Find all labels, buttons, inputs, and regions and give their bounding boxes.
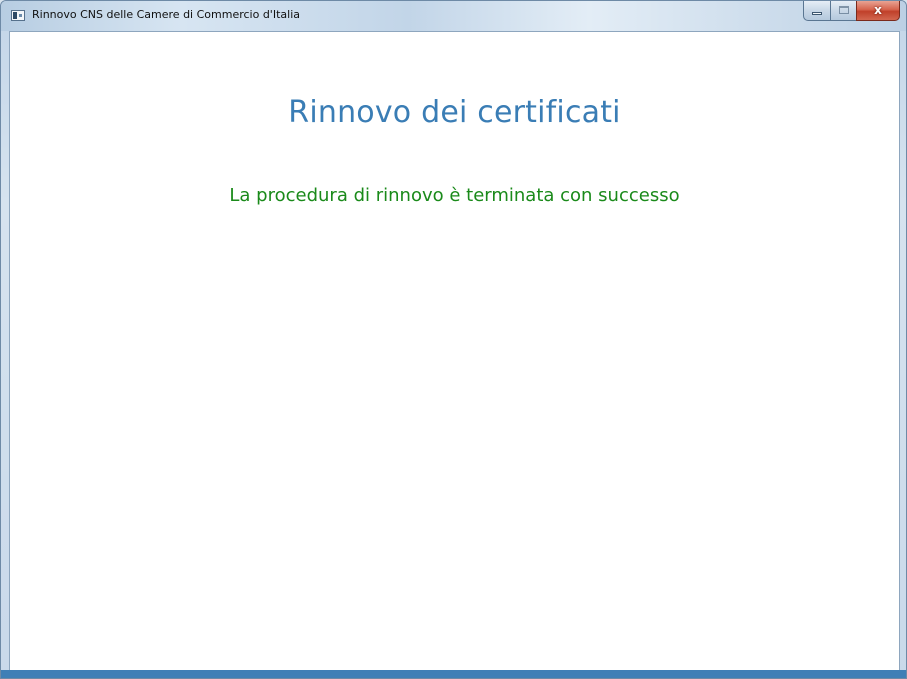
- bottom-accent-bar: [1, 670, 906, 678]
- app-window: Rinnovo CNS delle Camere di Commercio d'…: [0, 0, 907, 679]
- success-message: La procedura di rinnovo è terminata con …: [229, 185, 680, 206]
- maximize-icon: [839, 6, 849, 14]
- content-area: Rinnovo dei certificati La procedura di …: [9, 31, 900, 672]
- window-controls: x: [803, 1, 900, 22]
- close-button[interactable]: x: [856, 1, 900, 21]
- app-window-icon[interactable]: [11, 10, 25, 21]
- minimize-button[interactable]: [803, 1, 830, 21]
- title-bar[interactable]: Rinnovo CNS delle Camere di Commercio d'…: [1, 1, 906, 31]
- maximize-button[interactable]: [830, 1, 856, 21]
- page-title: Rinnovo dei certificati: [288, 95, 621, 130]
- minimize-icon: [812, 12, 822, 15]
- window-title: Rinnovo CNS delle Camere di Commercio d'…: [32, 8, 300, 21]
- close-icon: x: [874, 3, 882, 17]
